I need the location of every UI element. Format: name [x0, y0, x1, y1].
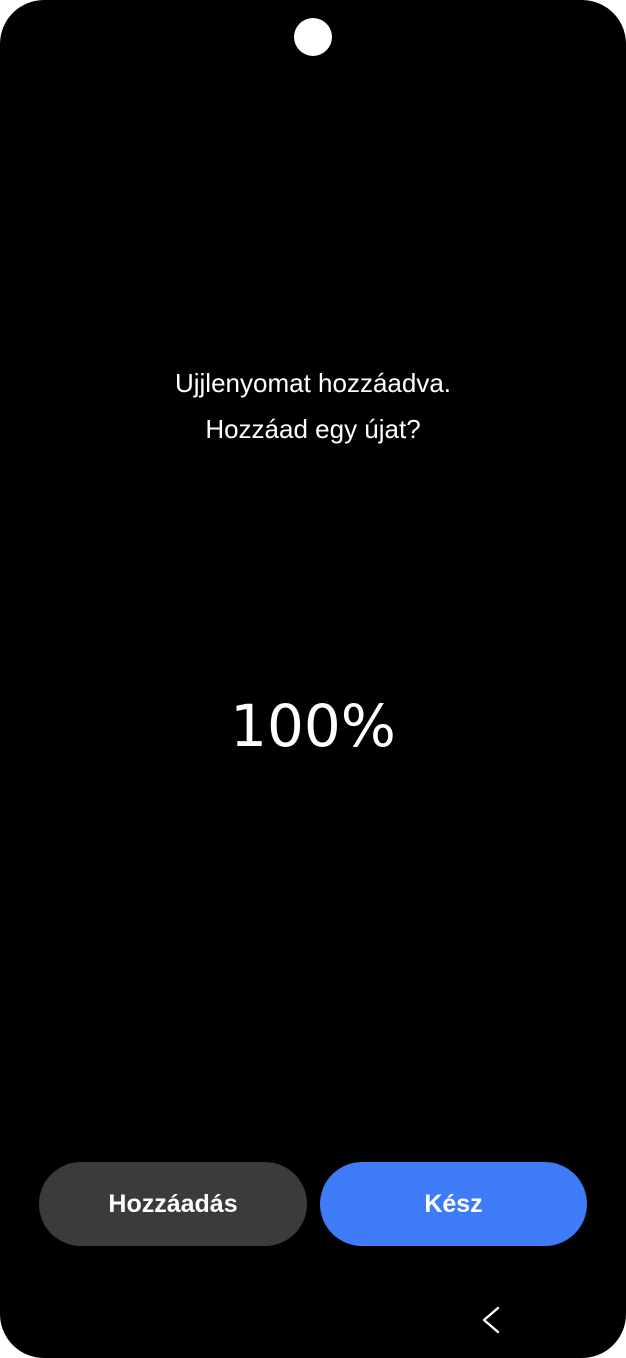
progress-percentage: 100% [230, 692, 396, 760]
done-button[interactable]: Kész [320, 1162, 587, 1246]
chevron-left-icon [482, 1306, 500, 1334]
back-button[interactable] [474, 1300, 508, 1340]
front-camera-cutout [294, 18, 332, 56]
status-line-question: Hozzáad egy újat? [205, 414, 421, 444]
status-message: Ujjlenyomat hozzáadva. Hozzáad egy újat? [0, 360, 626, 452]
fingerprint-setup-screen: Ujjlenyomat hozzáadva. Hozzáad egy újat?… [0, 0, 626, 1358]
status-line-added: Ujjlenyomat hozzáadva. [174, 368, 452, 398]
add-fingerprint-button[interactable]: Hozzáadás [39, 1162, 307, 1246]
